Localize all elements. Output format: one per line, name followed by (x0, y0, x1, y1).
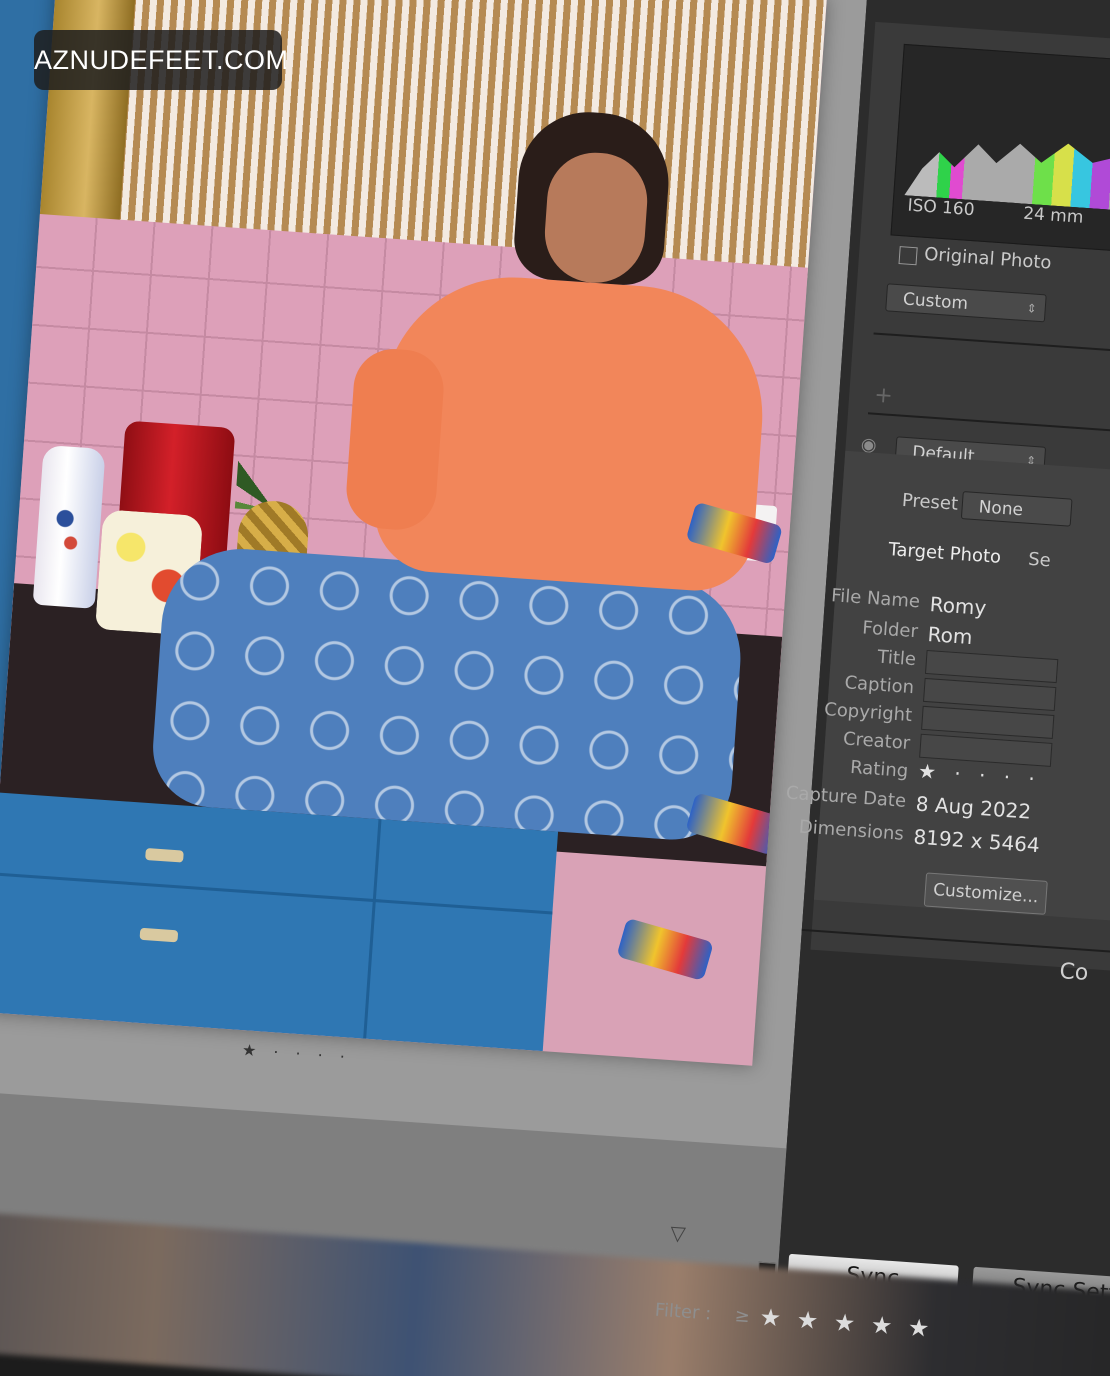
plus-icon[interactable]: + (873, 383, 893, 409)
section-header-fragment[interactable]: Co (1059, 959, 1090, 986)
tilted-screen: ★ · · · · ▽ ISO 160 24 mm Original Photo… (0, 0, 1110, 1376)
blue-cabinets (0, 792, 559, 1052)
watermark-badge: AZNUDEFEET.COM (34, 30, 288, 90)
candy-bag (616, 917, 714, 982)
profile-select-value: Custom (902, 289, 969, 314)
main-photo[interactable] (0, 0, 827, 1066)
lightroom-screen-photo: ★ · · · · ▽ ISO 160 24 mm Original Photo… (0, 0, 1110, 1376)
filter-label: Filter : (654, 1299, 712, 1325)
pineapple-leaves (234, 378, 324, 514)
iso-readout: ISO 160 (906, 195, 976, 221)
smiley-jeans (149, 543, 746, 844)
cabinet-knob (145, 847, 184, 863)
tab-selected-photos[interactable]: Se (1027, 549, 1051, 572)
focal-length-readout: 24 mm (1022, 203, 1085, 228)
chevron-down-icon[interactable]: ▽ (670, 1221, 687, 1246)
histogram[interactable]: ISO 160 24 mm (890, 43, 1110, 259)
preset-label: Preset (901, 489, 959, 515)
preset-select-value: None (978, 497, 1024, 521)
cabinet-knob (139, 927, 179, 943)
folder-field[interactable]: Rom (927, 622, 973, 649)
file-name-field[interactable]: Romy (929, 592, 987, 620)
chevron-updown-icon: ⇕ (1026, 301, 1038, 316)
original-photo-checkbox[interactable] (898, 246, 918, 266)
porcelain-vase (32, 444, 106, 609)
filter-operator[interactable]: ≥ (734, 1305, 751, 1327)
